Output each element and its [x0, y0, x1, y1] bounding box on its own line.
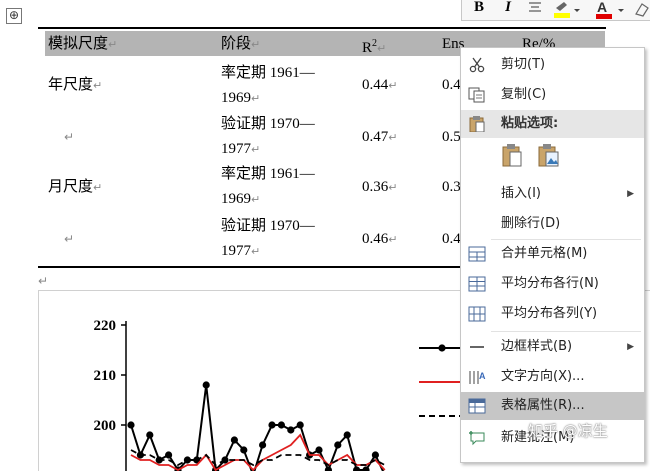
data-point: [353, 466, 361, 471]
table-row-3-stage-line2: 1969↵: [221, 191, 261, 207]
table-row-3-scale: 月尺度↵: [48, 179, 103, 195]
italic-button[interactable]: I: [502, 0, 514, 20]
highlight-color-icon[interactable]: [552, 0, 582, 20]
data-point: [165, 451, 173, 459]
table-row-4-stage-line1: 验证期 1970—: [221, 218, 315, 234]
header-scale: 模拟尺度↵: [48, 36, 118, 52]
y-tick-label: 200: [94, 418, 117, 434]
menu-section-paste-options: 粘贴选项:: [461, 110, 644, 138]
merge-cells-icon: [468, 246, 486, 262]
table-top-rule: [38, 27, 606, 29]
data-point: [259, 441, 267, 449]
data-point: [268, 421, 276, 429]
border-style-icon: [470, 346, 484, 348]
data-point: [240, 446, 248, 454]
data-point: [371, 451, 379, 459]
scissors-icon: [469, 57, 485, 73]
data-point: [127, 421, 135, 429]
y-tick-label: 210: [94, 368, 117, 384]
table-row-2-scale-mark: ↵: [64, 130, 75, 144]
context-menu: 剪切(T) 复制(C) 粘贴选项: 插入(I) ▶ 删除行(D) 合并单元格(M…: [460, 47, 645, 463]
menu-item-table-properties[interactable]: 表格属性(R)...: [461, 392, 644, 420]
table-row-4-scale-mark: ↵: [64, 232, 75, 246]
distribute-columns-icon: [468, 306, 486, 322]
table-row-2-stage-line1: 验证期 1970—: [221, 116, 315, 132]
table-row-1-scale: 年尺度↵: [48, 77, 103, 93]
menu-item-merge-cells[interactable]: 合并单元格(M): [461, 240, 644, 268]
svg-text:A: A: [597, 0, 607, 15]
data-point: [146, 431, 154, 439]
table-row-4-stage-line2: 1977↵: [221, 243, 261, 259]
data-point: [334, 441, 342, 449]
distribute-rows-icon: [468, 276, 486, 292]
data-point: [324, 466, 332, 471]
data-point: [277, 421, 285, 429]
data-point: [296, 421, 304, 429]
menu-item-text-direction[interactable]: A 文字方向(X)...: [461, 363, 644, 391]
paste-keep-formatting-icon[interactable]: [501, 144, 525, 168]
table-row-1-r2: 0.44↵: [362, 77, 398, 93]
menu-item-distribute-columns[interactable]: 平均分布各列(Y): [461, 300, 644, 328]
menu-item-copy[interactable]: 复制(C): [461, 81, 644, 109]
mini-toolbar: B I A: [461, 0, 650, 21]
bold-button[interactable]: B: [472, 0, 486, 20]
menu-item-cut[interactable]: 剪切(T): [461, 51, 644, 79]
table-row-3-ens: 0.3: [442, 179, 461, 195]
table-row-3-r2: 0.36↵: [362, 179, 398, 195]
new-comment-icon: [469, 431, 485, 446]
data-point: [315, 446, 323, 454]
watermark: 知乎 @凉生: [528, 422, 608, 440]
text-direction-icon: A: [469, 371, 486, 384]
table-properties-icon: [468, 398, 486, 414]
clipboard-icon: [469, 116, 485, 132]
submenu-arrow-icon: ▶: [627, 189, 634, 199]
data-point: [287, 426, 295, 434]
legend-marker: [438, 344, 446, 352]
header-r2: R2↵: [362, 38, 387, 56]
submenu-arrow-icon: ▶: [627, 342, 634, 352]
data-point: [202, 381, 210, 389]
table-row-1-stage-line2: 1969↵: [221, 90, 261, 106]
table-row-2-stage-line2: 1977↵: [221, 141, 261, 157]
menu-item-border-style[interactable]: 边框样式(B) ▶: [461, 333, 644, 361]
table-row-1-ens: 0.4: [442, 77, 461, 93]
align-center-icon[interactable]: [526, 0, 544, 18]
table-move-handle[interactable]: ⊕: [6, 8, 22, 24]
table-row-3-stage-line1: 率定期 1961—: [221, 166, 315, 182]
menu-item-distribute-rows[interactable]: 平均分布各行(N): [461, 270, 644, 298]
svg-text:A: A: [479, 371, 486, 381]
data-point: [230, 436, 238, 444]
table-row-4-ens: 0.4: [442, 231, 461, 247]
y-tick-label: 220: [94, 318, 117, 334]
menu-item-delete-row[interactable]: 删除行(D): [461, 210, 644, 238]
menu-item-insert[interactable]: 插入(I) ▶: [461, 180, 644, 208]
copy-icon: [468, 87, 485, 103]
data-point: [343, 431, 351, 439]
menu-separator: [491, 331, 641, 332]
table-row-2-ens: 0.5: [442, 129, 461, 145]
clear-format-icon[interactable]: [634, 0, 650, 20]
table-row-1-stage-line1: 率定期 1961—: [221, 65, 315, 81]
paste-as-picture-icon[interactable]: [537, 144, 561, 168]
font-color-icon[interactable]: A: [594, 0, 626, 20]
table-row-2-r2: 0.47↵: [362, 129, 398, 145]
table-row-4-r2: 0.46↵: [362, 231, 398, 247]
header-stage: 阶段↵: [221, 36, 261, 52]
